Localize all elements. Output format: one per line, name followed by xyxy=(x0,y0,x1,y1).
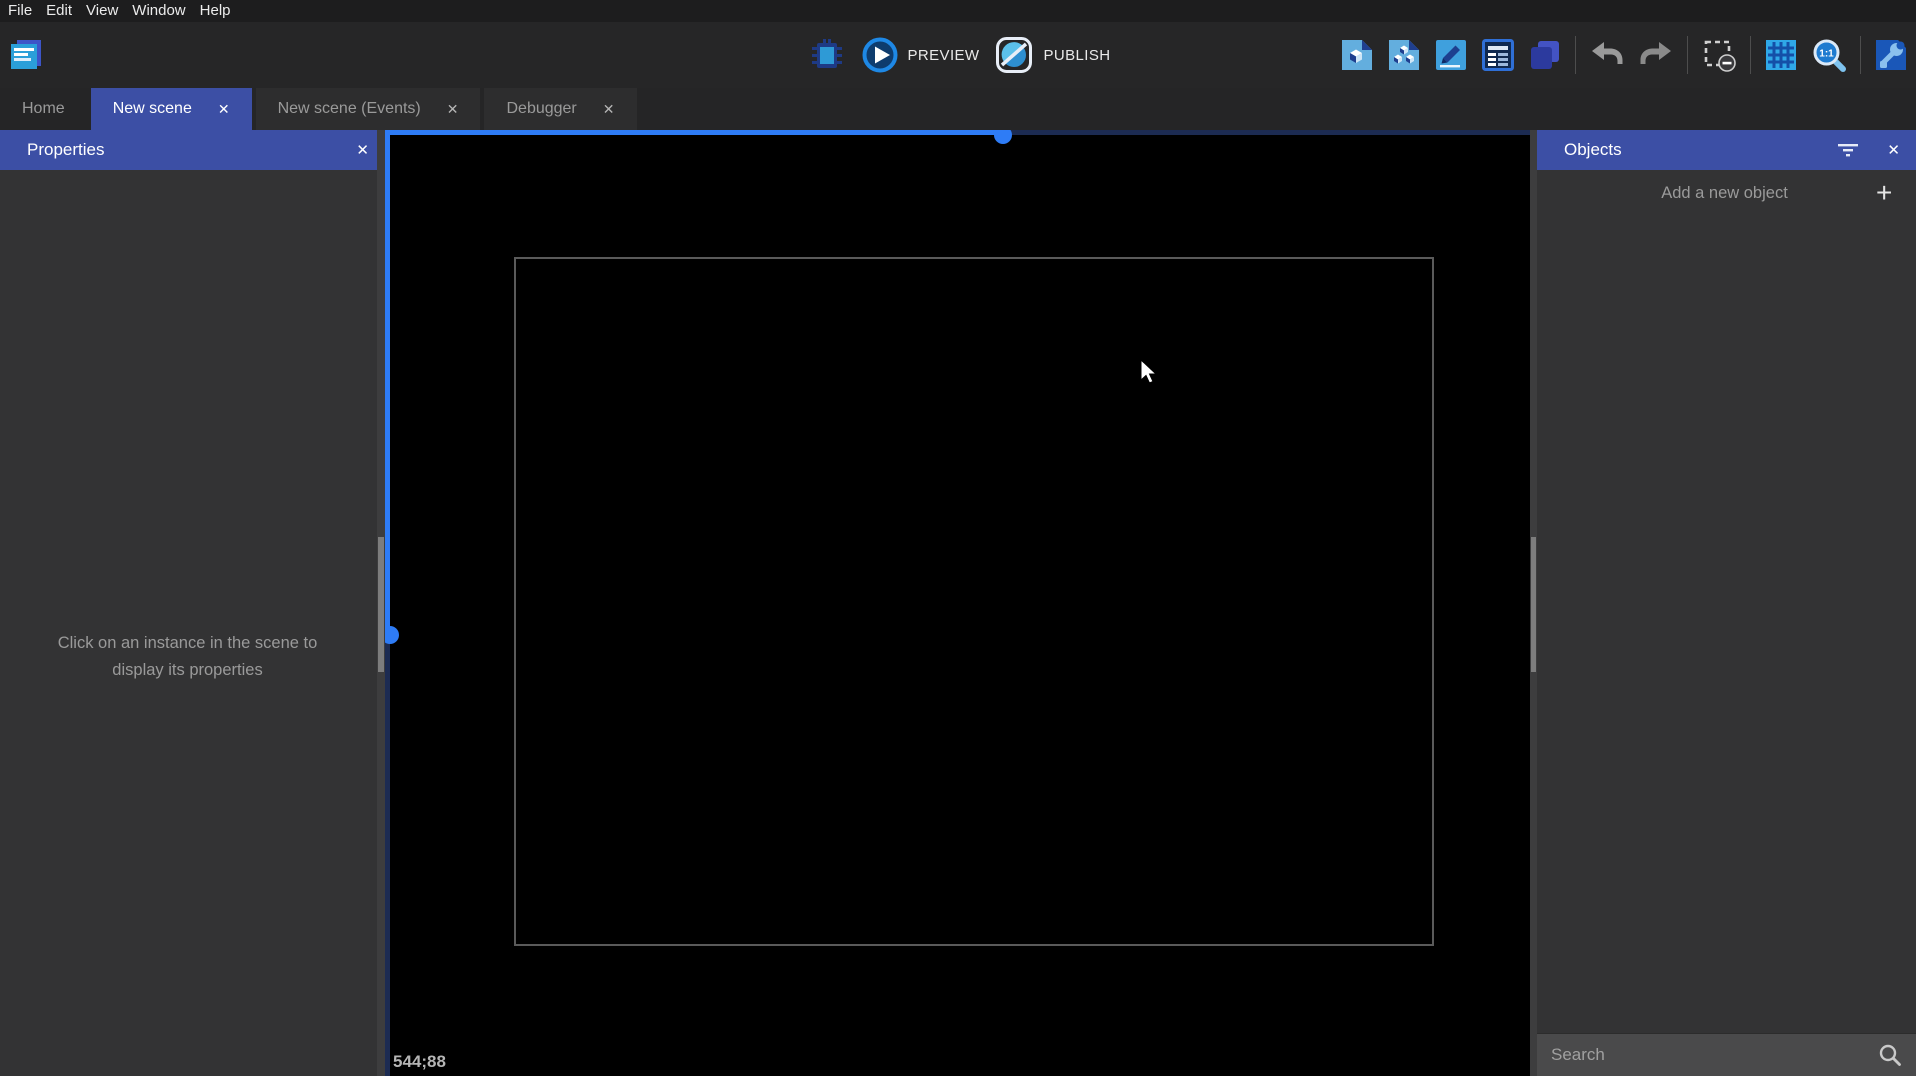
menu-bar: File Edit View Window Help xyxy=(0,0,1916,22)
canvas-horizontal-scrollbar[interactable] xyxy=(385,130,1530,135)
properties-pencil-icon[interactable] xyxy=(1434,38,1468,72)
tab-bar: Home New scene ✕ New scene (Events) ✕ De… xyxy=(0,88,1916,130)
debug-setup-icon[interactable] xyxy=(1874,38,1908,72)
scrollbar-thumb[interactable] xyxy=(378,537,384,672)
close-icon[interactable]: ✕ xyxy=(1887,141,1900,159)
menu-help[interactable]: Help xyxy=(200,0,231,22)
objects-panel-title: Objects xyxy=(1537,140,1622,160)
debug-icon[interactable] xyxy=(806,35,846,75)
menu-view[interactable]: View xyxy=(86,0,118,22)
close-icon[interactable]: ✕ xyxy=(218,101,230,118)
undo-icon[interactable] xyxy=(1589,38,1625,72)
close-icon[interactable]: ✕ xyxy=(356,141,369,159)
vertical-scroll-handle[interactable] xyxy=(385,626,399,644)
properties-panel: Properties ✕ Click on an instance in the… xyxy=(0,130,385,1076)
objects-list xyxy=(1537,216,1916,1033)
menu-edit[interactable]: Edit xyxy=(46,0,72,22)
preview-button[interactable]: PREVIEW xyxy=(862,37,980,73)
add-object-row[interactable]: Add a new object + xyxy=(1537,170,1916,216)
tab-label: New scene xyxy=(113,100,192,118)
properties-panel-header: Properties ✕ xyxy=(0,130,385,170)
toolbar-divider xyxy=(1687,36,1688,74)
svg-text:1:1: 1:1 xyxy=(1819,49,1834,60)
tab-new-scene[interactable]: New scene ✕ xyxy=(91,88,252,130)
canvas-vertical-scrollbar[interactable] xyxy=(385,130,390,1076)
scrollbar-range xyxy=(385,130,1003,135)
objects-editor-icon[interactable] xyxy=(1340,38,1374,72)
search-bar xyxy=(1537,1033,1916,1076)
close-icon[interactable]: ✕ xyxy=(447,101,459,118)
tab-label: Home xyxy=(22,100,65,118)
scene-canvas[interactable]: 544;88 xyxy=(385,130,1530,1076)
add-object-button[interactable]: + xyxy=(1876,179,1916,207)
tab-home[interactable]: Home xyxy=(0,88,87,130)
scrollbar-thumb[interactable] xyxy=(1531,537,1536,672)
redo-icon[interactable] xyxy=(1638,38,1674,72)
menu-window[interactable]: Window xyxy=(132,0,185,22)
grid-icon[interactable] xyxy=(1764,38,1798,72)
layers-icon[interactable] xyxy=(1528,38,1562,72)
toolbar: PREVIEW PUBLISH xyxy=(0,22,1916,88)
toolbar-divider xyxy=(1860,36,1861,74)
deselect-icon[interactable] xyxy=(1701,37,1737,73)
properties-panel-body: Click on an instance in the scene to dis… xyxy=(0,170,385,1076)
publish-button[interactable]: PUBLISH xyxy=(995,36,1110,74)
search-input[interactable] xyxy=(1537,1045,1878,1065)
properties-empty-message: Click on an instance in the scene to dis… xyxy=(0,630,375,684)
main-area: Properties ✕ Click on an instance in the… xyxy=(0,130,1916,1076)
toolbar-divider xyxy=(1750,36,1751,74)
search-icon xyxy=(1878,1043,1916,1067)
tab-new-scene-events[interactable]: New scene (Events) ✕ xyxy=(256,88,481,130)
close-icon[interactable]: ✕ xyxy=(603,101,615,118)
preview-label: PREVIEW xyxy=(908,47,980,64)
toolbar-divider xyxy=(1575,36,1576,74)
add-object-label: Add a new object xyxy=(1537,184,1876,203)
scrollbar-range xyxy=(385,130,390,635)
properties-scrollbar[interactable] xyxy=(377,130,385,1076)
properties-panel-title: Properties xyxy=(0,140,104,160)
object-groups-icon[interactable] xyxy=(1387,38,1421,72)
zoom-original-icon[interactable]: 1:1 xyxy=(1811,37,1847,73)
publish-globe-icon xyxy=(995,36,1033,74)
tab-debugger[interactable]: Debugger ✕ xyxy=(484,88,636,130)
horizontal-scroll-handle[interactable] xyxy=(994,130,1012,144)
instances-list-icon[interactable] xyxy=(1481,38,1515,72)
objects-panel: Objects ✕ Add a new object + xyxy=(1537,130,1916,1076)
publish-label: PUBLISH xyxy=(1043,47,1110,64)
cursor-coordinates: 544;88 xyxy=(393,1052,446,1072)
objects-panel-header: Objects ✕ xyxy=(1537,130,1916,170)
tab-label: New scene (Events) xyxy=(278,100,421,118)
scene-window-border xyxy=(514,257,1434,946)
play-icon xyxy=(862,37,898,73)
mouse-cursor-icon xyxy=(1140,360,1158,391)
tab-label: Debugger xyxy=(506,100,576,118)
filter-icon[interactable] xyxy=(1837,143,1859,157)
app-window: File Edit View Window Help xyxy=(0,0,1916,1076)
menu-file[interactable]: File xyxy=(8,0,32,22)
objects-panel-scrollbar[interactable] xyxy=(1530,130,1537,1076)
